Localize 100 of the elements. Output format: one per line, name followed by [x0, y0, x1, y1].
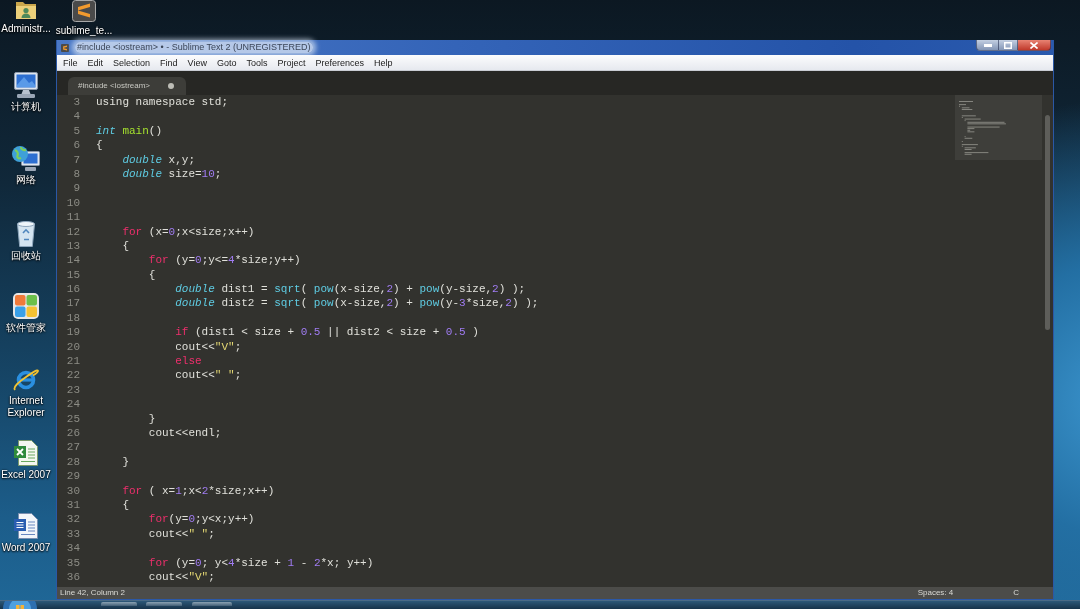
syntax-setting[interactable]: C: [1013, 588, 1019, 598]
minimize-icon: [983, 43, 992, 47]
line-number: 34: [66, 542, 80, 555]
line-number: 26: [66, 427, 80, 439]
code-line: }: [148, 412, 156, 425]
maximize-icon: [1004, 41, 1012, 49]
line-number: 7: [73, 153, 80, 166]
line-number: 28: [66, 455, 80, 468]
window-title: #include <iostream> • - Sublime Text 2 (UNREGISTERED): [75, 42, 313, 53]
menu-item[interactable]: Selection: [108, 56, 156, 69]
code-line: {: [96, 139, 103, 152]
menu-item[interactable]: Tools: [241, 56, 273, 69]
code-line: cout<<"V";: [148, 570, 215, 583]
code-line: double dist1 = sqrt( pow(x-size,2) + pow(y-size,2) );: [175, 283, 526, 296]
code-line: double size=10;: [122, 167, 222, 180]
code-line: using namespace std;: [96, 96, 229, 108]
line-number: 16: [66, 283, 80, 296]
line-number: 33: [66, 527, 80, 540]
line-number: 31: [66, 498, 80, 511]
code-line: int main(): [96, 124, 163, 137]
line-number: 15: [66, 268, 80, 281]
menu-item[interactable]: Help: [369, 56, 398, 69]
minimize-button[interactable]: [976, 40, 998, 51]
line-number: 3: [73, 96, 80, 108]
line-number: 22: [66, 369, 80, 382]
menu-item[interactable]: Preferences: [310, 56, 369, 69]
line-number: 9: [73, 182, 80, 195]
menu-item[interactable]: Edit: [82, 56, 109, 69]
line-number: 27: [66, 441, 80, 454]
code-line: if (dist1 < size + 0.5 || dist2 < size + 0.5 ): [175, 326, 479, 339]
close-icon: [1030, 41, 1038, 49]
code-line: cout<<" ";: [148, 527, 215, 540]
start-orb-icon[interactable]: [3, 601, 37, 609]
indentation-setting[interactable]: Spaces: 4: [917, 588, 954, 598]
line-number: 36: [66, 570, 80, 583]
code-line: }: [122, 455, 129, 468]
icon-label: 回收站: [11, 250, 41, 262]
browser-icon[interactable]: [13, 366, 39, 392]
tab[interactable]: #include <iostream>: [68, 77, 186, 95]
icon-label: Internet Explorer: [6, 395, 46, 419]
code-line: for (x=0;x<size;x++): [122, 225, 255, 238]
app-icon: [61, 43, 69, 52]
cursor-position: Line 42, Column 2: [60, 588, 125, 598]
menu-item[interactable]: File: [58, 56, 83, 69]
icon-label: 网络: [16, 173, 36, 186]
code-line: cout<<endl;: [148, 427, 222, 439]
code-line: else: [175, 355, 202, 368]
icon-label: Word 2007: [1, 542, 51, 554]
code-line: {: [148, 268, 156, 281]
line-number: 23: [66, 383, 80, 396]
line-number: 19: [66, 326, 80, 339]
spreadsheet-icon[interactable]: [14, 439, 38, 466]
menu-item[interactable]: Find: [155, 56, 183, 69]
line-number: 24: [66, 398, 80, 411]
code-line: cout<<"V";: [175, 340, 242, 353]
menu-item[interactable]: Goto: [211, 56, 242, 69]
recycle-bin-icon[interactable]: [14, 219, 38, 247]
folder-icon[interactable]: [15, 0, 37, 20]
code-line: for (y=0; y<4*size + 1 - 2*x; y++): [148, 556, 374, 569]
line-number: 35: [66, 556, 80, 569]
line-number: 25: [66, 412, 80, 425]
line-number: 18: [66, 311, 80, 324]
icon-label: 计算机: [11, 101, 41, 113]
code-line: {: [122, 239, 129, 252]
icon-label: 软件管家: [6, 321, 46, 334]
menu-item[interactable]: Project: [272, 56, 311, 69]
close-button[interactable]: [1018, 40, 1051, 51]
code-line: double dist2 = sqrt( pow(x-size,2) + pow(y-3*size,2) );: [175, 297, 539, 310]
line-number: 29: [66, 470, 80, 483]
line-number: 20: [66, 340, 80, 353]
app-tile-icon[interactable]: [72, 0, 96, 22]
code-line: {: [122, 498, 129, 511]
line-number: 8: [73, 167, 80, 180]
scrollbar-thumb[interactable]: [1045, 115, 1050, 330]
code-line: for ( x=1;x<2*size;x++): [122, 484, 275, 497]
icon-label: sublime_te...: [55, 25, 113, 37]
line-number: 32: [66, 513, 80, 526]
code-line: for (y=0;y<=4*size;y++): [148, 254, 301, 267]
maximize-button[interactable]: [998, 40, 1018, 51]
tile-grid-icon[interactable]: [13, 292, 39, 319]
code-line: for(y=0;y<x;y++): [148, 513, 255, 526]
icon-label: Excel 2007: [1, 468, 51, 481]
line-number: 11: [66, 211, 80, 224]
modified-dot-icon[interactable]: [168, 83, 174, 89]
line-number: 30: [66, 484, 80, 497]
line-number: 12: [66, 225, 80, 238]
network-icon[interactable]: [12, 145, 40, 171]
code-line: double x,y;: [122, 153, 195, 166]
line-number: 14: [66, 254, 80, 267]
line-number: 5: [73, 124, 80, 137]
icon-label: Administr...: [1, 23, 51, 35]
line-number: 21: [66, 355, 80, 368]
line-number: 13: [66, 239, 80, 252]
code-line: cout<<" ";: [175, 369, 242, 382]
menu-item[interactable]: View: [182, 56, 212, 69]
line-number: 17: [66, 297, 80, 310]
document-icon[interactable]: [14, 513, 38, 539]
computer-icon[interactable]: [12, 72, 40, 98]
line-number: 6: [73, 139, 80, 152]
line-number: 10: [66, 196, 80, 209]
